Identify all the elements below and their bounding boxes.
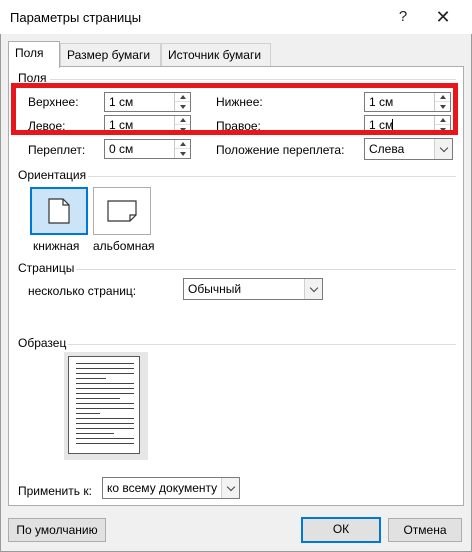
- preview-line: [76, 408, 134, 409]
- gutter-position-select[interactable]: Слева: [364, 138, 453, 160]
- apply-to-select[interactable]: ко всему документу: [102, 477, 240, 499]
- gutter-label: Переплет:: [28, 143, 86, 157]
- preview-line: [76, 433, 114, 434]
- ok-button[interactable]: ОК: [301, 517, 381, 543]
- spin-up-icon[interactable]: [175, 140, 190, 149]
- group-divider: [88, 176, 456, 177]
- spin-buttons: [174, 140, 190, 158]
- landscape-button[interactable]: [93, 187, 151, 235]
- chevron-down-icon[interactable]: [304, 279, 322, 299]
- preview-line: [76, 438, 134, 439]
- preview-line: [76, 378, 106, 379]
- preview-line: [76, 423, 134, 424]
- chevron-down-icon[interactable]: [221, 478, 239, 498]
- gutter-spinner[interactable]: 0 см: [104, 139, 191, 159]
- multiple-pages-value: Обычный: [188, 282, 242, 296]
- dialog-title: Параметры страницы: [10, 10, 142, 25]
- preview-line: [76, 373, 134, 374]
- page-preview: [64, 352, 148, 460]
- landscape-page-icon: [107, 200, 137, 222]
- preview-line: [76, 418, 134, 419]
- highlight-frame: [11, 83, 458, 135]
- multiple-pages-label: несколько страниц:: [28, 284, 137, 298]
- pages-group-label: Страницы: [18, 261, 75, 275]
- portrait-page-icon: [48, 198, 70, 224]
- spin-down-icon[interactable]: [175, 149, 190, 158]
- apply-to-value: ко всему документу: [107, 481, 218, 495]
- preview-line: [76, 388, 134, 389]
- multiple-pages-select[interactable]: Обычный: [183, 278, 323, 300]
- group-divider: [76, 269, 456, 270]
- apply-to-label: Применить к:: [18, 484, 92, 498]
- group-divider: [50, 79, 456, 80]
- preview-line: [76, 413, 100, 414]
- preview-line: [76, 393, 134, 394]
- preview-line: [76, 403, 134, 404]
- chevron-down-icon[interactable]: [434, 139, 452, 159]
- tab-margins[interactable]: Поля: [8, 41, 60, 68]
- group-divider: [68, 344, 456, 345]
- gutter-position-label: Положение переплета:: [216, 143, 345, 157]
- preview-line: [76, 368, 134, 369]
- gutter-position-value: Слева: [369, 142, 405, 156]
- preview-page: [68, 356, 140, 454]
- portrait-button[interactable]: [30, 187, 88, 235]
- preview-group-label: Образец: [18, 336, 67, 350]
- landscape-label[interactable]: альбомная: [93, 239, 155, 253]
- tab-paper-source[interactable]: Источник бумаги: [161, 43, 271, 67]
- preview-line: [76, 398, 120, 399]
- portrait-label[interactable]: книжная: [33, 239, 79, 253]
- orientation-group-label: Ориентация: [18, 168, 87, 182]
- gutter-value: 0 см: [109, 142, 134, 156]
- tab-paper-size[interactable]: Размер бумаги: [60, 43, 161, 67]
- preview-line: [76, 443, 134, 444]
- set-as-default-button[interactable]: По умолчанию: [8, 518, 106, 542]
- cancel-button[interactable]: Отмена: [388, 518, 462, 542]
- preview-line: [76, 383, 134, 384]
- preview-line: [76, 428, 134, 429]
- preview-line: [76, 363, 134, 364]
- close-icon[interactable]: ✕: [420, 0, 466, 34]
